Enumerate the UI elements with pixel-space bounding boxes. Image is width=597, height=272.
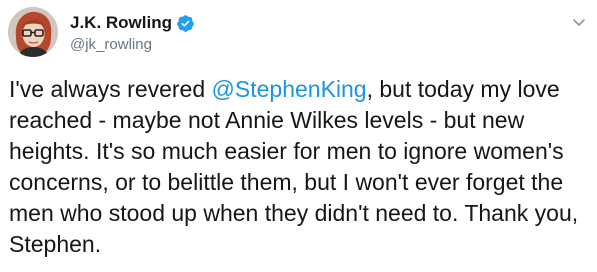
author-handle[interactable]: @jk_rowling — [70, 36, 152, 53]
tweet-line: reached - maybe not Annie Wilkes levels … — [9, 107, 525, 133]
tweet-line: men who stood up when they didn't need t… — [9, 200, 579, 226]
avatar[interactable] — [8, 7, 58, 57]
chevron-down-icon[interactable] — [571, 14, 587, 30]
tweet-text-segment: , but today my love — [366, 76, 560, 102]
author-display-name[interactable]: J.K. Rowling — [70, 13, 172, 33]
author-name-row: J.K. Rowling — [70, 12, 195, 34]
tweet-line: Stephen. — [9, 231, 102, 257]
mention-link[interactable]: @StephenKing — [212, 76, 367, 102]
tweet-card: J.K. Rowling @jk_rowling I've always rev… — [0, 0, 597, 272]
verified-badge-icon — [176, 14, 195, 33]
tweet-line: concerns, or to belittle them, but I won… — [9, 169, 564, 195]
tweet-text-segment: I've always revered — [9, 76, 212, 102]
avatar-image — [8, 7, 58, 57]
tweet-line: heights. It's so much easier for men to … — [9, 138, 564, 164]
tweet-text: I've always revered @StephenKing, but to… — [9, 74, 589, 260]
tweet-line: I've always revered @StephenKing, but to… — [9, 74, 589, 105]
